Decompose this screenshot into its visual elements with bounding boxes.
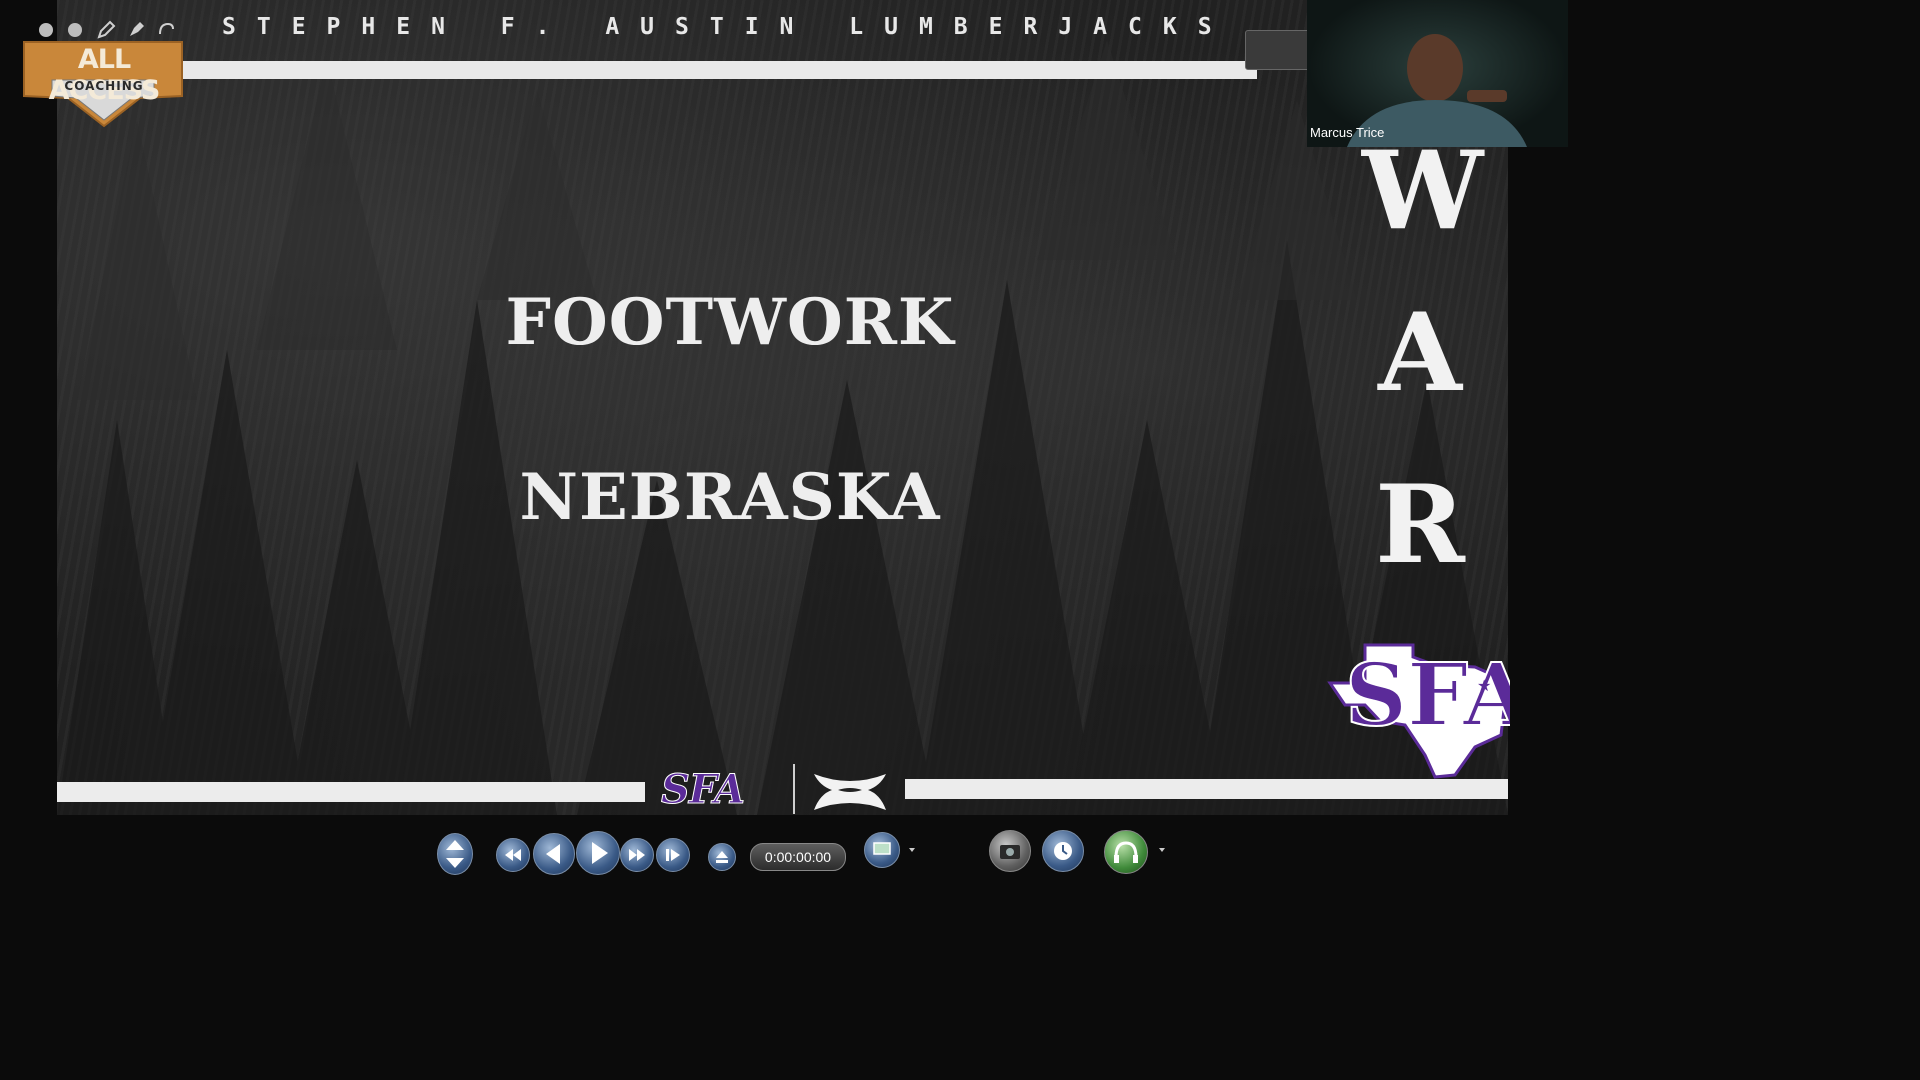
- under-armour-logo-icon: [814, 774, 886, 810]
- slide-subtitle: NEBRASKA: [519, 460, 941, 535]
- audio-dropdown-chevron-down-icon[interactable]: [1159, 848, 1165, 852]
- header-bar: [127, 61, 1257, 79]
- step-back-icon[interactable]: [533, 833, 575, 875]
- sfa-wordmark: SFA: [661, 766, 746, 814]
- step-forward-icon[interactable]: [656, 838, 690, 872]
- logo-divider: [793, 764, 795, 814]
- side-letter-a: A: [1378, 290, 1462, 416]
- aac-title: ALL ACCESS: [48, 44, 161, 106]
- svg-text:★: ★: [1477, 676, 1491, 695]
- dot-icon[interactable]: [68, 23, 82, 37]
- forest-background: [57, 40, 1508, 815]
- side-letter-r: R: [1375, 462, 1465, 588]
- undo-icon[interactable]: [156, 20, 176, 40]
- webcam-control-tab[interactable]: [1245, 30, 1311, 70]
- dot-icon[interactable]: [39, 23, 53, 37]
- footer-bar-right: [905, 779, 1508, 799]
- fast-forward-icon[interactable]: [620, 838, 654, 872]
- school-name-header: STEPHEN F. AUSTIN LUMBERJACKS: [222, 14, 1233, 40]
- headphones-icon[interactable]: [1104, 830, 1148, 874]
- eject-icon[interactable]: [708, 843, 736, 871]
- footer-bar-left: [57, 782, 645, 802]
- screen-icon[interactable]: [864, 832, 900, 868]
- playlist-icon[interactable]: [437, 833, 473, 875]
- sfa-logo-text: SFA: [1345, 645, 1510, 746]
- clock-icon[interactable]: [1042, 830, 1084, 872]
- play-icon[interactable]: [576, 831, 620, 875]
- rewind-icon[interactable]: [496, 838, 530, 872]
- camera-icon[interactable]: [989, 830, 1031, 872]
- timecode-display: 0:00:00:00: [750, 843, 846, 871]
- slide-title: FOOTWORK: [505, 285, 955, 360]
- participant-name: Marcus Trice: [1310, 125, 1385, 140]
- presentation-slide: [57, 0, 1508, 815]
- pencil-icon[interactable]: [96, 20, 116, 40]
- pen-icon[interactable]: [126, 20, 146, 40]
- aac-subtitle: COACHING: [64, 79, 144, 93]
- screen-dropdown-chevron-down-icon[interactable]: [909, 848, 915, 852]
- sfa-texas-logo: SFA ★: [1327, 643, 1510, 779]
